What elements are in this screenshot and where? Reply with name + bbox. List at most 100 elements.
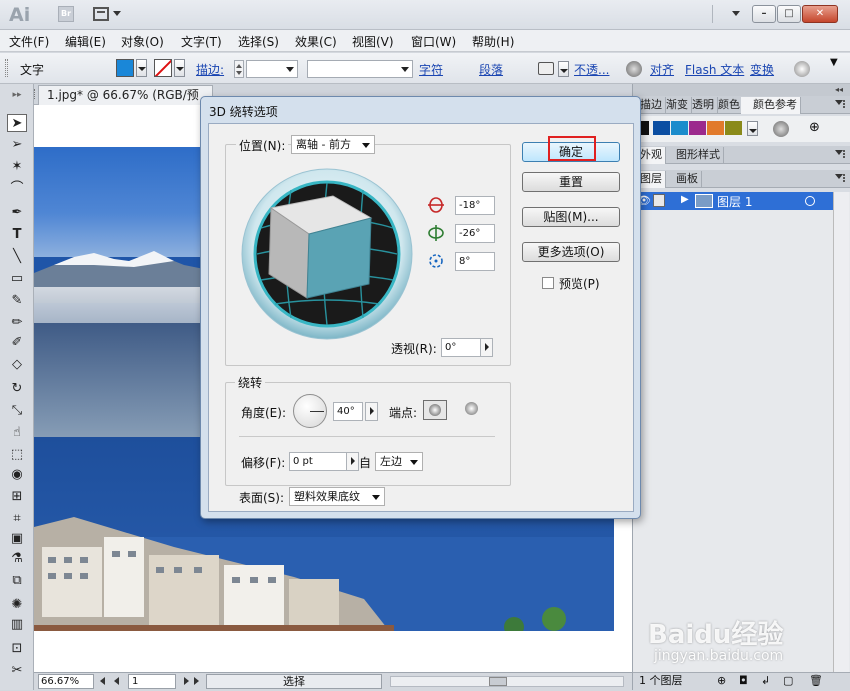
mesh-tool-icon[interactable]: ⌗ bbox=[7, 510, 27, 528]
character-link[interactable]: 字符 bbox=[419, 61, 443, 78]
position-select[interactable]: 离轴 - 前方 bbox=[291, 135, 375, 154]
last-page-icon[interactable] bbox=[194, 677, 199, 685]
harmony-dropdown[interactable] bbox=[747, 121, 758, 136]
page-select[interactable]: 1 bbox=[128, 674, 176, 689]
lasso-tool-icon[interactable]: ⌒ bbox=[7, 180, 27, 198]
layers-scrollbar[interactable] bbox=[833, 192, 849, 672]
maximize-button[interactable]: □ bbox=[777, 5, 801, 23]
angle-dial[interactable] bbox=[293, 394, 327, 428]
rotate-y-input[interactable]: -26° bbox=[455, 224, 495, 243]
status-mode[interactable]: 选择 bbox=[206, 674, 382, 689]
pencil-tool-icon[interactable]: ✏ bbox=[7, 314, 27, 332]
panel-menu-icon[interactable] bbox=[835, 150, 847, 158]
offset-input[interactable]: 0 pt bbox=[289, 452, 347, 471]
panel-menu-icon[interactable]: ▼ bbox=[830, 57, 838, 68]
lock-toggle[interactable] bbox=[653, 194, 665, 207]
tab-artboards[interactable]: 画板 bbox=[673, 171, 702, 188]
panel-menu-icon[interactable] bbox=[835, 100, 847, 108]
envelope-dropdown[interactable] bbox=[558, 61, 569, 77]
menu-effect[interactable]: 效果(C) bbox=[295, 33, 337, 50]
free-transform-tool-icon[interactable]: ⬚ bbox=[7, 446, 27, 464]
collapse-dock-icon[interactable]: ◂◂ bbox=[835, 85, 843, 94]
collapse-icon[interactable]: ▸▸ bbox=[7, 86, 27, 104]
type-tool-icon[interactable]: T bbox=[7, 226, 27, 244]
stroke-weight-input[interactable] bbox=[246, 60, 298, 78]
swatch-3[interactable] bbox=[689, 121, 706, 135]
edit-colors-icon[interactable] bbox=[773, 121, 789, 137]
clipping-mask-icon[interactable]: ◘ bbox=[739, 673, 748, 689]
tab-gradient[interactable]: 渐变 bbox=[663, 97, 692, 114]
rotate-tool-icon[interactable]: ↻ bbox=[7, 380, 27, 398]
fill-color-swatch[interactable] bbox=[116, 59, 134, 77]
perspective-input[interactable]: 0° bbox=[441, 338, 481, 357]
preview-checkbox[interactable] bbox=[542, 277, 554, 289]
target-circle-icon[interactable] bbox=[805, 196, 815, 206]
menu-file[interactable]: 文件(F) bbox=[9, 33, 49, 50]
tab-color-guide[interactable]: 颜色参考 bbox=[741, 97, 801, 114]
reset-button[interactable]: 重置 bbox=[522, 172, 620, 192]
rotation-track-cube[interactable] bbox=[241, 168, 413, 340]
next-page-icon[interactable] bbox=[184, 677, 189, 685]
angle-input[interactable]: 40° bbox=[333, 402, 363, 421]
locate-object-icon[interactable]: ⊕ bbox=[717, 673, 726, 689]
brush-definition-select[interactable] bbox=[307, 60, 413, 78]
column-graph-tool-icon[interactable]: ▥ bbox=[7, 616, 27, 634]
eyedropper-tool-icon[interactable]: ⚗ bbox=[7, 550, 27, 568]
align-link[interactable]: 对齐 bbox=[650, 61, 674, 78]
fill-dropdown[interactable] bbox=[136, 59, 147, 77]
layer-name[interactable]: 图层 1 bbox=[717, 193, 752, 210]
bridge-button[interactable]: Br bbox=[58, 6, 74, 22]
symbol-sprayer-tool-icon[interactable]: ✺ bbox=[7, 596, 27, 614]
offset-from-select[interactable]: 左边 bbox=[375, 452, 423, 471]
panel-menu-icon[interactable] bbox=[835, 174, 847, 182]
layer-row[interactable]: 👁 ▶ 图层 1 bbox=[633, 192, 833, 210]
transform-link[interactable]: 变换 bbox=[750, 61, 774, 78]
surface-select[interactable]: 塑料效果底纹 bbox=[289, 487, 385, 506]
eraser-tool-icon[interactable]: ◇ bbox=[7, 356, 27, 374]
tab-graphic-styles[interactable]: 图形样式 bbox=[673, 147, 724, 164]
workspace-dropdown-icon[interactable] bbox=[732, 11, 740, 16]
stroke-weight-spinner[interactable] bbox=[234, 60, 244, 78]
swatch-4[interactable] bbox=[707, 121, 724, 135]
cap-on-button[interactable] bbox=[423, 400, 447, 420]
direct-selection-tool-icon[interactable]: ➢ bbox=[7, 136, 27, 154]
flash-text-link[interactable]: Flash 文本 bbox=[685, 61, 744, 78]
zoom-select[interactable]: 66.67% bbox=[38, 674, 94, 689]
rotate-x-input[interactable]: -18° bbox=[455, 196, 495, 215]
stroke-dropdown[interactable] bbox=[174, 59, 185, 77]
blend-tool-icon[interactable]: ⧉ bbox=[7, 572, 27, 590]
paragraph-link[interactable]: 段落 bbox=[479, 61, 503, 78]
shape-builder-tool-icon[interactable]: ◉ bbox=[7, 466, 27, 484]
recolor-icon[interactable] bbox=[626, 61, 642, 77]
gradient-tool-icon[interactable]: ▣ bbox=[7, 530, 27, 548]
menu-window[interactable]: 窗口(W) bbox=[411, 33, 456, 50]
more-options-button[interactable]: 更多选项(O) bbox=[522, 242, 620, 262]
delete-layer-icon[interactable]: 🗑 bbox=[809, 673, 823, 689]
tab-stroke[interactable]: 描边 bbox=[637, 97, 666, 114]
swatch-1[interactable] bbox=[653, 121, 670, 135]
new-layer-icon[interactable]: ▢ bbox=[783, 673, 793, 689]
menu-select[interactable]: 选择(S) bbox=[238, 33, 279, 50]
line-tool-icon[interactable]: ╲ bbox=[7, 248, 27, 266]
opacity-link[interactable]: 不透... bbox=[574, 61, 609, 78]
swatch-2[interactable] bbox=[671, 121, 688, 135]
slice-tool-icon[interactable]: ✂ bbox=[7, 662, 27, 680]
prev-page-icon[interactable] bbox=[114, 677, 119, 685]
close-button[interactable]: ✕ bbox=[802, 5, 838, 23]
magic-wand-tool-icon[interactable]: ✶ bbox=[7, 158, 27, 176]
tab-appearance[interactable]: 外观 bbox=[637, 147, 666, 164]
new-sublayer-icon[interactable]: ↲ bbox=[761, 673, 770, 689]
blob-brush-tool-icon[interactable]: ✐ bbox=[7, 334, 27, 352]
envelope-icon[interactable] bbox=[538, 62, 554, 75]
isolate-icon[interactable] bbox=[794, 61, 810, 77]
warp-tool-icon[interactable]: ☝ bbox=[7, 424, 27, 442]
angle-slider-button[interactable] bbox=[365, 402, 378, 421]
swatch-5[interactable] bbox=[725, 121, 742, 135]
document-tab[interactable]: 1.jpg* @ 66.67% (RGB/预览) bbox=[38, 85, 213, 120]
first-page-icon[interactable] bbox=[100, 677, 105, 685]
perspective-grid-tool-icon[interactable]: ⊞ bbox=[7, 488, 27, 506]
perspective-slider-button[interactable] bbox=[480, 338, 493, 357]
artboard-tool-icon[interactable]: ⊡ bbox=[7, 640, 27, 658]
stroke-link[interactable]: 描边: bbox=[196, 61, 224, 78]
rotate-z-input[interactable]: 8° bbox=[455, 252, 495, 271]
